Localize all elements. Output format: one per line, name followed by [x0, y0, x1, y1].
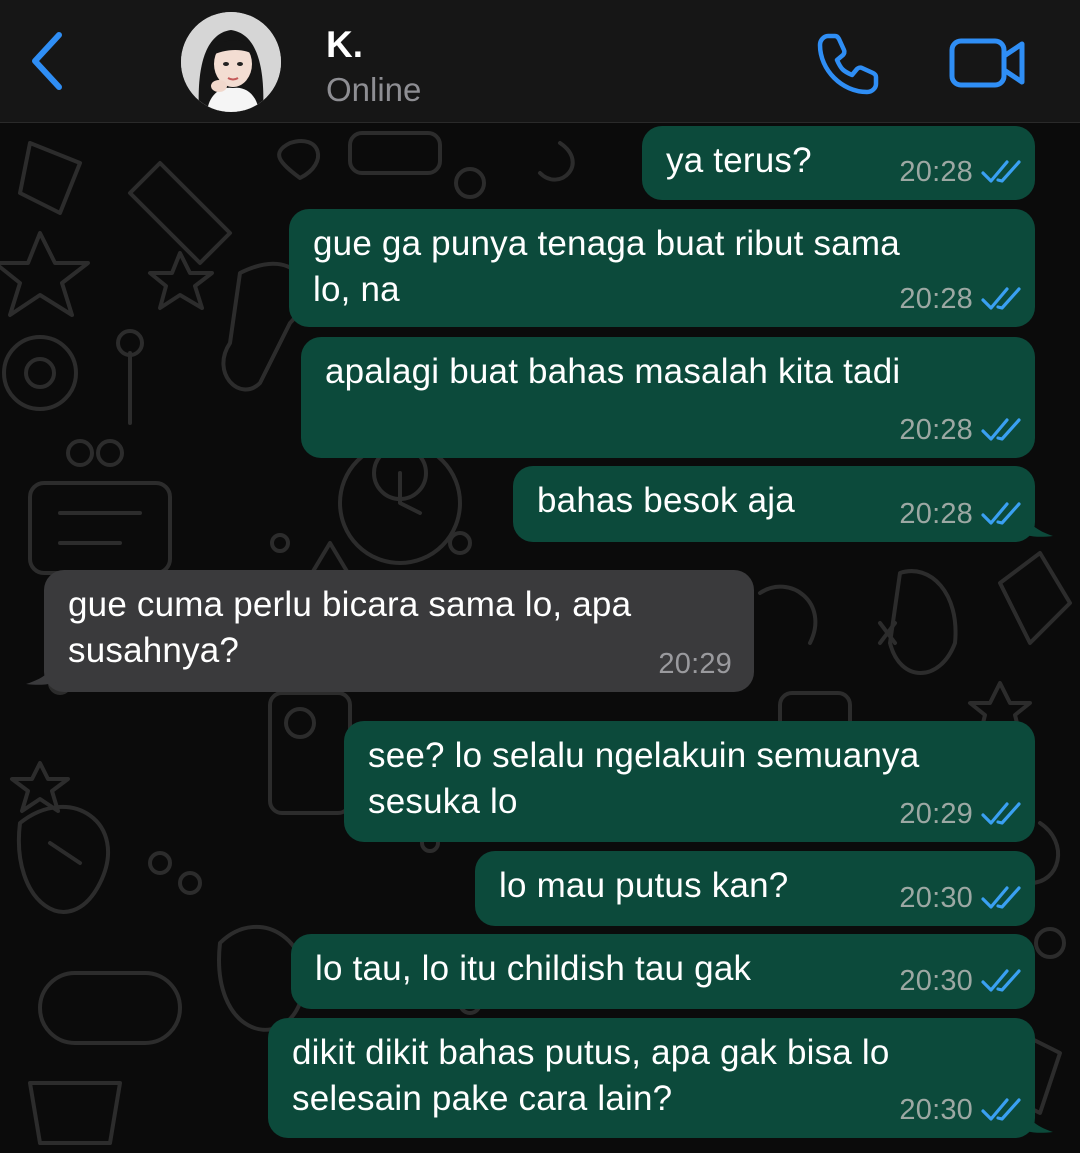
contact-name[interactable]: K.: [326, 24, 363, 66]
double-check-read-icon: [981, 886, 1021, 909]
avatar-photo: [181, 12, 281, 112]
double-check-read-icon: [981, 418, 1021, 441]
message-bubble-outgoing[interactable]: lo tau, lo itu childish tau gak 20:30: [291, 934, 1035, 1009]
double-check-read-icon: [981, 1098, 1021, 1121]
message-bubble-outgoing[interactable]: lo mau putus kan? 20:30: [475, 851, 1035, 926]
message-meta: 20:28: [899, 283, 1021, 315]
message-time: 20:28: [899, 414, 973, 446]
double-check-read-icon: [981, 287, 1021, 310]
message-text: bahas besok aja: [537, 481, 795, 520]
message-bubble-outgoing[interactable]: see? lo selalu ngelakuin semuanya sesuka…: [344, 721, 1035, 842]
voice-call-button[interactable]: [814, 30, 882, 98]
message-text: gue ga punya tenaga buat ribut sama lo, …: [313, 224, 900, 309]
message-text: see? lo selalu ngelakuin semuanya sesuka…: [368, 736, 920, 821]
message-meta: 20:28: [899, 498, 1021, 530]
message-text: ya terus?: [666, 141, 812, 180]
message-meta: 20:29: [899, 798, 1021, 830]
message-time: 20:30: [899, 882, 973, 914]
chat-header: K. Online: [0, 0, 1080, 123]
message-bubble-outgoing[interactable]: ya terus? 20:28: [642, 126, 1035, 200]
bubble-tail: [26, 650, 62, 685]
message-bubble-incoming[interactable]: gue cuma perlu bicara sama lo, apa susah…: [26, 570, 754, 692]
avatar[interactable]: [181, 12, 281, 112]
message-text: apalagi buat bahas masalah kita tadi: [325, 352, 901, 391]
phone-icon: [817, 33, 879, 95]
message-text: lo mau putus kan?: [499, 866, 789, 905]
contact-status: Online: [326, 71, 422, 108]
video-camera-icon: [949, 38, 1025, 88]
message-bubble-outgoing[interactable]: gue ga punya tenaga buat ribut sama lo, …: [289, 209, 1035, 327]
message-time: 20:29: [899, 798, 973, 830]
message-meta: 20:30: [899, 965, 1021, 997]
double-check-read-icon: [981, 502, 1021, 525]
message-bubble-outgoing[interactable]: dikit dikit bahas putus, apa gak bisa lo…: [268, 1018, 1053, 1138]
message-meta: 20:29: [658, 648, 732, 680]
back-button[interactable]: [22, 26, 72, 96]
double-check-read-icon: [981, 160, 1021, 183]
video-call-button[interactable]: [948, 36, 1028, 90]
double-check-read-icon: [981, 802, 1021, 825]
message-bubble-outgoing[interactable]: apalagi buat bahas masalah kita tadi 20:…: [301, 337, 1035, 458]
message-text: gue cuma perlu bicara sama lo, apa susah…: [68, 585, 632, 670]
bubble-tail: [1019, 1098, 1053, 1133]
message-bubble-outgoing[interactable]: bahas besok aja 20:28: [513, 466, 1053, 542]
message-meta: 20:28: [899, 156, 1021, 188]
double-check-read-icon: [981, 969, 1021, 992]
message-meta: 20:30: [899, 882, 1021, 914]
message-time: 20:29: [658, 648, 732, 680]
message-time: 20:30: [899, 1094, 973, 1126]
bubble-tail: [1019, 502, 1053, 537]
message-time: 20:28: [899, 156, 973, 188]
message-text: dikit dikit bahas putus, apa gak bisa lo…: [292, 1033, 890, 1118]
chevron-left-icon: [32, 32, 62, 90]
message-time: 20:30: [899, 965, 973, 997]
message-time: 20:28: [899, 498, 973, 530]
message-meta: 20:28: [899, 414, 1021, 446]
message-text: lo tau, lo itu childish tau gak: [315, 949, 752, 988]
chat-area[interactable]: ya terus? 20:28 gue ga punya tenaga buat…: [0, 123, 1080, 1153]
message-time: 20:28: [899, 283, 973, 315]
message-meta: 20:30: [899, 1094, 1021, 1126]
